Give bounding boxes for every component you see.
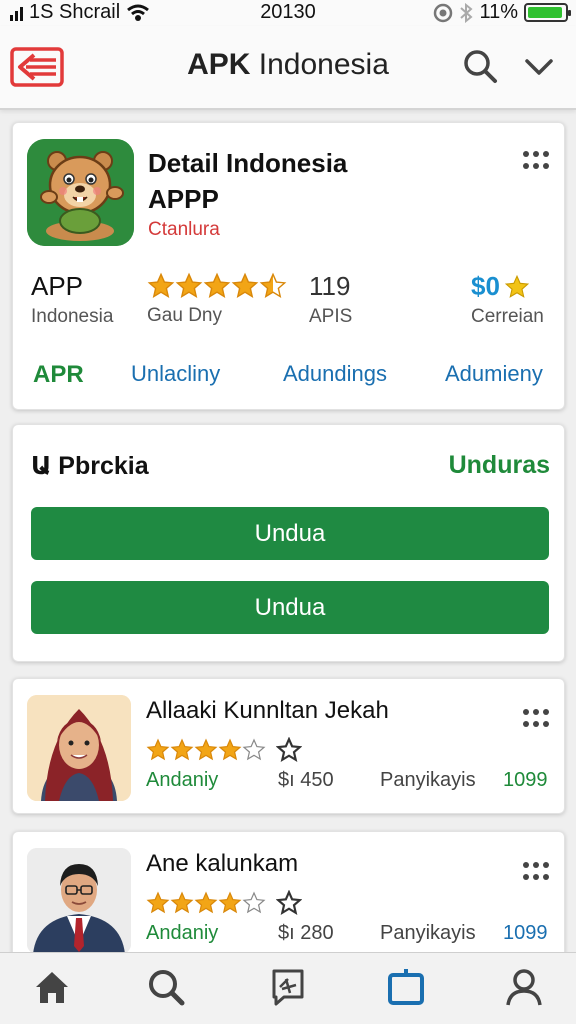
item-label: Andaniy <box>146 769 219 791</box>
star-filled-icon <box>194 891 218 914</box>
stat-count: 119 APIS <box>309 271 352 328</box>
item-category: Panyikayis <box>380 922 476 944</box>
home-icon <box>36 972 68 1003</box>
star-filled-icon <box>175 272 203 298</box>
app-icon[interactable] <box>27 139 134 246</box>
download-status[interactable]: Unduras <box>449 451 550 480</box>
tab-apr[interactable]: APR <box>33 361 84 389</box>
app-detail-card: Detail Indonesia APPP Ctanlura APP Indon… <box>12 122 565 410</box>
stat-type-label: Indonesia <box>31 306 114 327</box>
star-filled-icon <box>146 738 170 761</box>
star-rating <box>146 738 266 762</box>
avatar <box>27 848 131 954</box>
star-filled-icon <box>194 738 218 761</box>
tab-adundings[interactable]: Adundings <box>283 361 387 387</box>
app-name: Detail Indonesia APPP <box>148 145 347 217</box>
app-name-line1: Detail Indonesia <box>148 148 348 178</box>
item-title: Ane kalunkam <box>146 850 299 877</box>
item-label: Andaniy <box>146 922 219 944</box>
beaver-mascot-icon <box>27 139 134 246</box>
more-options-icon[interactable] <box>523 862 549 882</box>
item-title: Allaaki Kunnltan Jekah <box>146 697 389 724</box>
star-empty-icon <box>242 891 266 914</box>
price-value: $0 <box>471 271 500 301</box>
developer-name[interactable]: Ctanlura <box>148 219 220 241</box>
detail-tabs: APR Unlacliny Adundings Adumieny <box>13 361 566 391</box>
chevron-down-icon[interactable] <box>522 52 556 82</box>
nav-search[interactable] <box>144 965 188 1009</box>
app-name-line2: APPP <box>148 184 219 214</box>
wifi-icon <box>127 4 150 21</box>
download-button-secondary[interactable]: Undua <box>31 581 549 634</box>
status-bar: 1S Shcrail 20130 11% <box>0 0 576 26</box>
download-title: Ա Pbrckia <box>31 452 149 480</box>
man-in-suit-avatar-icon <box>27 848 131 954</box>
stat-count-label: APIS <box>309 306 353 327</box>
bluetooth-icon <box>460 2 473 23</box>
nav-apps[interactable] <box>384 965 428 1009</box>
stat-price-label: Cerreian <box>471 306 544 327</box>
nav-profile[interactable] <box>502 965 546 1009</box>
download-card: Ա Pbrckia Unduras Undua Undua <box>12 424 565 662</box>
stat-count-value: 119 <box>309 271 351 301</box>
alarm-icon <box>434 3 453 22</box>
apps-icon <box>388 969 424 1005</box>
app-bar: APK Indonesia <box>0 26 576 110</box>
page-title-rest: Indonesia <box>250 48 389 81</box>
list-item[interactable]: Ane kalunkam Andaniy $ı 280 Panyikayis 1… <box>12 831 565 971</box>
item-rating <box>146 890 302 916</box>
status-right: 11% <box>433 1 571 24</box>
status-left: 1S Shcrail <box>10 1 150 24</box>
list-item[interactable]: Allaaki Kunnltan Jekah Andaniy $ı 450 Pa… <box>12 678 565 814</box>
item-category: Panyikayis <box>380 769 476 791</box>
star-empty-icon <box>242 738 266 761</box>
news-icon <box>272 969 304 1006</box>
search-icon[interactable] <box>462 48 498 84</box>
favorite-star-icon[interactable] <box>276 737 302 763</box>
page-title-bold: APK <box>187 48 251 81</box>
star-filled-icon <box>147 272 175 298</box>
tab-adumieny[interactable]: Adumieny <box>445 361 543 387</box>
tab-unlacliny[interactable]: Unlacliny <box>131 361 220 387</box>
carrier-label: 1S Shcrail <box>29 1 121 23</box>
battery-level <box>528 7 563 18</box>
profile-icon <box>506 969 542 1006</box>
item-rating <box>146 737 302 763</box>
stat-rating: Gau Dny <box>147 271 287 327</box>
star-filled-icon <box>218 738 242 761</box>
stat-price: $0 Cerreian <box>471 271 544 328</box>
item-size: $ı 280 <box>278 922 334 944</box>
star-filled-icon <box>218 891 242 914</box>
item-count: 1099 <box>503 922 548 944</box>
more-options-icon[interactable] <box>523 709 549 729</box>
star-filled-icon <box>259 272 287 298</box>
download-button-primary[interactable]: Undua <box>31 507 549 560</box>
star-filled-icon <box>146 891 170 914</box>
battery-percent: 11% <box>479 1 518 23</box>
stat-rating-label: Gau Dny <box>147 305 222 326</box>
star-icon <box>504 274 530 298</box>
nav-home[interactable] <box>30 965 74 1009</box>
item-count: 1099 <box>503 769 548 791</box>
battery-icon <box>524 3 571 22</box>
search-icon <box>149 970 185 1006</box>
star-filled-icon <box>170 738 194 761</box>
favorite-star-icon[interactable] <box>276 890 302 916</box>
star-rating <box>146 891 266 915</box>
stat-type-value: APP <box>31 271 84 301</box>
item-size: $ı 450 <box>278 769 334 791</box>
nav-news[interactable] <box>266 965 310 1009</box>
more-options-icon[interactable] <box>523 151 549 171</box>
star-rating <box>147 272 287 300</box>
rating-stars <box>147 271 287 301</box>
star-filled-icon <box>231 272 259 298</box>
stat-type: APP Indonesia <box>31 271 113 328</box>
star-filled-icon <box>203 272 231 298</box>
avatar <box>27 695 131 801</box>
star-filled-icon <box>170 891 194 914</box>
bottom-navigation <box>0 952 576 1024</box>
hijab-woman-avatar-icon <box>27 695 131 801</box>
signal-icon <box>10 5 23 21</box>
